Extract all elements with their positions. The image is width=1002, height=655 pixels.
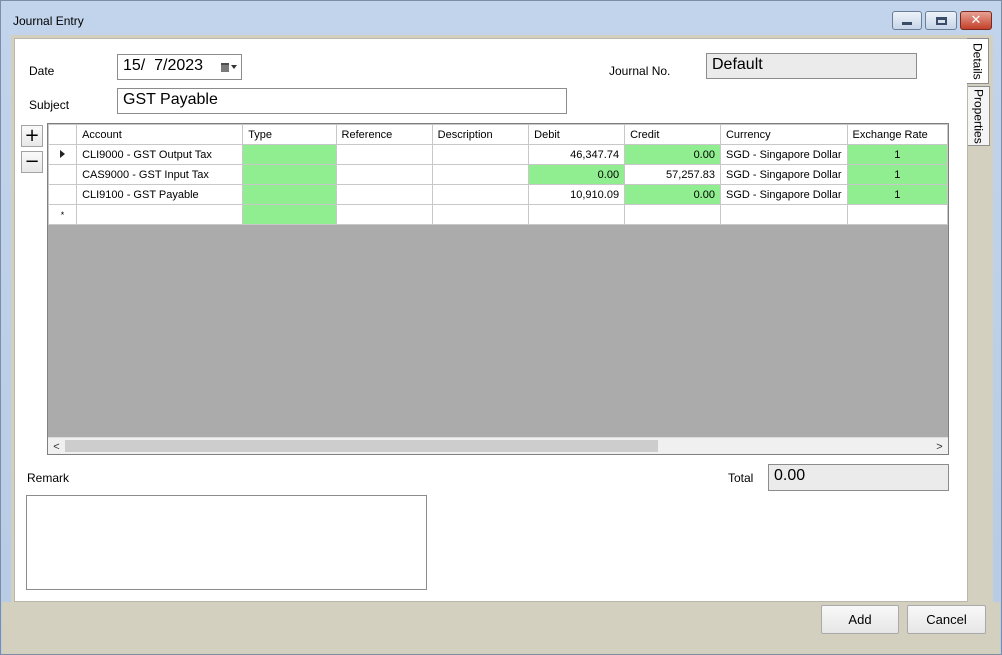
date-label: Date — [29, 64, 55, 78]
cell-currency[interactable]: SGD - Singapore Dollar — [719, 164, 848, 185]
tab-properties-label: Properties — [971, 88, 986, 144]
cell-type[interactable] — [242, 184, 337, 205]
row-selector-header — [48, 124, 78, 145]
column-header-reference[interactable]: Reference — [335, 124, 433, 145]
close-button[interactable]: ✕ — [960, 11, 992, 30]
new-row[interactable]: * — [48, 204, 948, 225]
tab-details-label: Details — [970, 42, 985, 80]
journal-lines-table: Account Type Reference Description Debit… — [48, 124, 948, 225]
date-picker[interactable]: 15/ 7/2023 — [117, 54, 242, 80]
cell-account[interactable]: CLI9100 - GST Payable — [76, 184, 244, 205]
cell-credit[interactable] — [624, 204, 721, 225]
subject-label: Subject — [29, 98, 70, 112]
title-bar[interactable]: Journal Entry ✕ — [1, 1, 1001, 35]
total-value: 0.00 — [774, 467, 806, 484]
minimize-button[interactable] — [892, 11, 922, 30]
cell-currency[interactable]: SGD - Singapore Dollar — [719, 184, 848, 205]
tab-details[interactable]: Details — [967, 38, 989, 84]
scrollbar-thumb[interactable] — [65, 440, 658, 452]
total-label: Total — [728, 471, 754, 485]
horizontal-scrollbar[interactable]: < > — [48, 437, 948, 454]
grid-header-row: Account Type Reference Description Debit… — [48, 124, 948, 145]
add-row-button[interactable]: + — [21, 125, 43, 147]
scroll-right-icon[interactable]: > — [931, 438, 948, 454]
cell-debit[interactable]: 10,910.09 — [528, 184, 626, 205]
cell-debit[interactable]: 0.00 — [528, 164, 626, 185]
new-row-marker: * — [60, 209, 65, 220]
cell-exchange-rate[interactable]: 1 — [846, 144, 948, 165]
remark-label: Remark — [27, 471, 70, 485]
column-header-currency[interactable]: Currency — [719, 124, 848, 145]
column-header-debit[interactable]: Debit — [528, 124, 626, 145]
maximize-button[interactable] — [925, 11, 957, 30]
chevron-down-icon — [231, 65, 237, 69]
row-selector[interactable] — [48, 184, 78, 205]
cell-exchange-rate[interactable]: 1 — [846, 164, 948, 185]
cell-description[interactable] — [431, 204, 530, 225]
cell-credit[interactable]: 0.00 — [624, 144, 721, 165]
cell-type[interactable] — [242, 144, 337, 165]
maximize-icon — [935, 16, 947, 25]
journal-entry-window: Journal Entry ✕ Details Properties Date … — [0, 0, 1002, 655]
cell-account[interactable] — [76, 204, 244, 225]
minimize-icon — [902, 22, 912, 25]
cell-reference[interactable] — [335, 204, 433, 225]
cell-reference[interactable] — [335, 144, 433, 165]
cell-debit[interactable]: 46,347.74 — [528, 144, 626, 165]
cell-debit[interactable] — [528, 204, 626, 225]
cell-account[interactable]: CAS9000 - GST Input Tax — [76, 164, 244, 185]
row-selector[interactable] — [48, 144, 78, 165]
cell-exchange-rate[interactable]: 1 — [846, 184, 948, 205]
cancel-button[interactable]: Cancel — [907, 605, 986, 634]
column-header-exchange-rate[interactable]: Exchange Rate — [846, 124, 948, 145]
cell-credit[interactable]: 57,257.83 — [624, 164, 721, 185]
plus-icon: + — [24, 125, 40, 146]
subject-value: GST Payable — [123, 91, 218, 108]
subject-field[interactable]: GST Payable — [117, 88, 567, 114]
close-icon: ✕ — [970, 13, 982, 28]
journal-lines-grid[interactable]: Account Type Reference Description Debit… — [47, 123, 949, 455]
column-header-type[interactable]: Type — [242, 124, 337, 145]
total-field[interactable]: 0.00 — [768, 464, 949, 491]
cell-description[interactable] — [431, 184, 530, 205]
table-row[interactable]: CLI9100 - GST Payable 10,910.09 0.00 SGD… — [48, 184, 948, 205]
calendar-dropdown-icon[interactable] — [221, 60, 237, 74]
cell-reference[interactable] — [335, 184, 433, 205]
cell-currency[interactable]: SGD - Singapore Dollar — [719, 144, 848, 165]
cell-credit[interactable]: 0.00 — [624, 184, 721, 205]
remove-row-button[interactable]: − — [21, 151, 43, 173]
journal-no-label: Journal No. — [609, 64, 671, 78]
cell-type[interactable] — [242, 164, 337, 185]
cell-exchange-rate[interactable] — [846, 204, 948, 225]
cell-description[interactable] — [431, 164, 530, 185]
cell-description[interactable] — [431, 144, 530, 165]
cell-account[interactable]: CLI9000 - GST Output Tax — [76, 144, 244, 165]
window-title: Journal Entry — [13, 14, 84, 28]
date-value: 15/ 7/2023 — [123, 57, 204, 74]
journal-no-field[interactable]: Default — [706, 53, 917, 79]
table-row[interactable]: CLI9000 - GST Output Tax 46,347.74 0.00 … — [48, 144, 948, 165]
button-bar: Add Cancel — [2, 602, 1000, 654]
column-header-account[interactable]: Account — [76, 124, 244, 145]
add-button[interactable]: Add — [821, 605, 899, 634]
current-row-arrow-icon — [60, 149, 66, 158]
cell-currency[interactable] — [719, 204, 848, 225]
table-row[interactable]: CAS9000 - GST Input Tax 0.00 57,257.83 S… — [48, 164, 948, 185]
row-selector[interactable] — [48, 164, 78, 185]
journal-no-value: Default — [712, 56, 763, 73]
cell-reference[interactable] — [335, 164, 433, 185]
scroll-left-icon[interactable]: < — [48, 438, 65, 454]
column-header-description[interactable]: Description — [431, 124, 530, 145]
vertical-tab-strip: Details Properties — [967, 38, 991, 602]
cell-type[interactable] — [242, 204, 337, 225]
minus-icon: − — [24, 151, 40, 172]
row-selector[interactable]: * — [48, 204, 78, 225]
remark-textarea[interactable] — [26, 495, 427, 590]
column-header-credit[interactable]: Credit — [624, 124, 721, 145]
tab-properties[interactable]: Properties — [968, 86, 990, 146]
